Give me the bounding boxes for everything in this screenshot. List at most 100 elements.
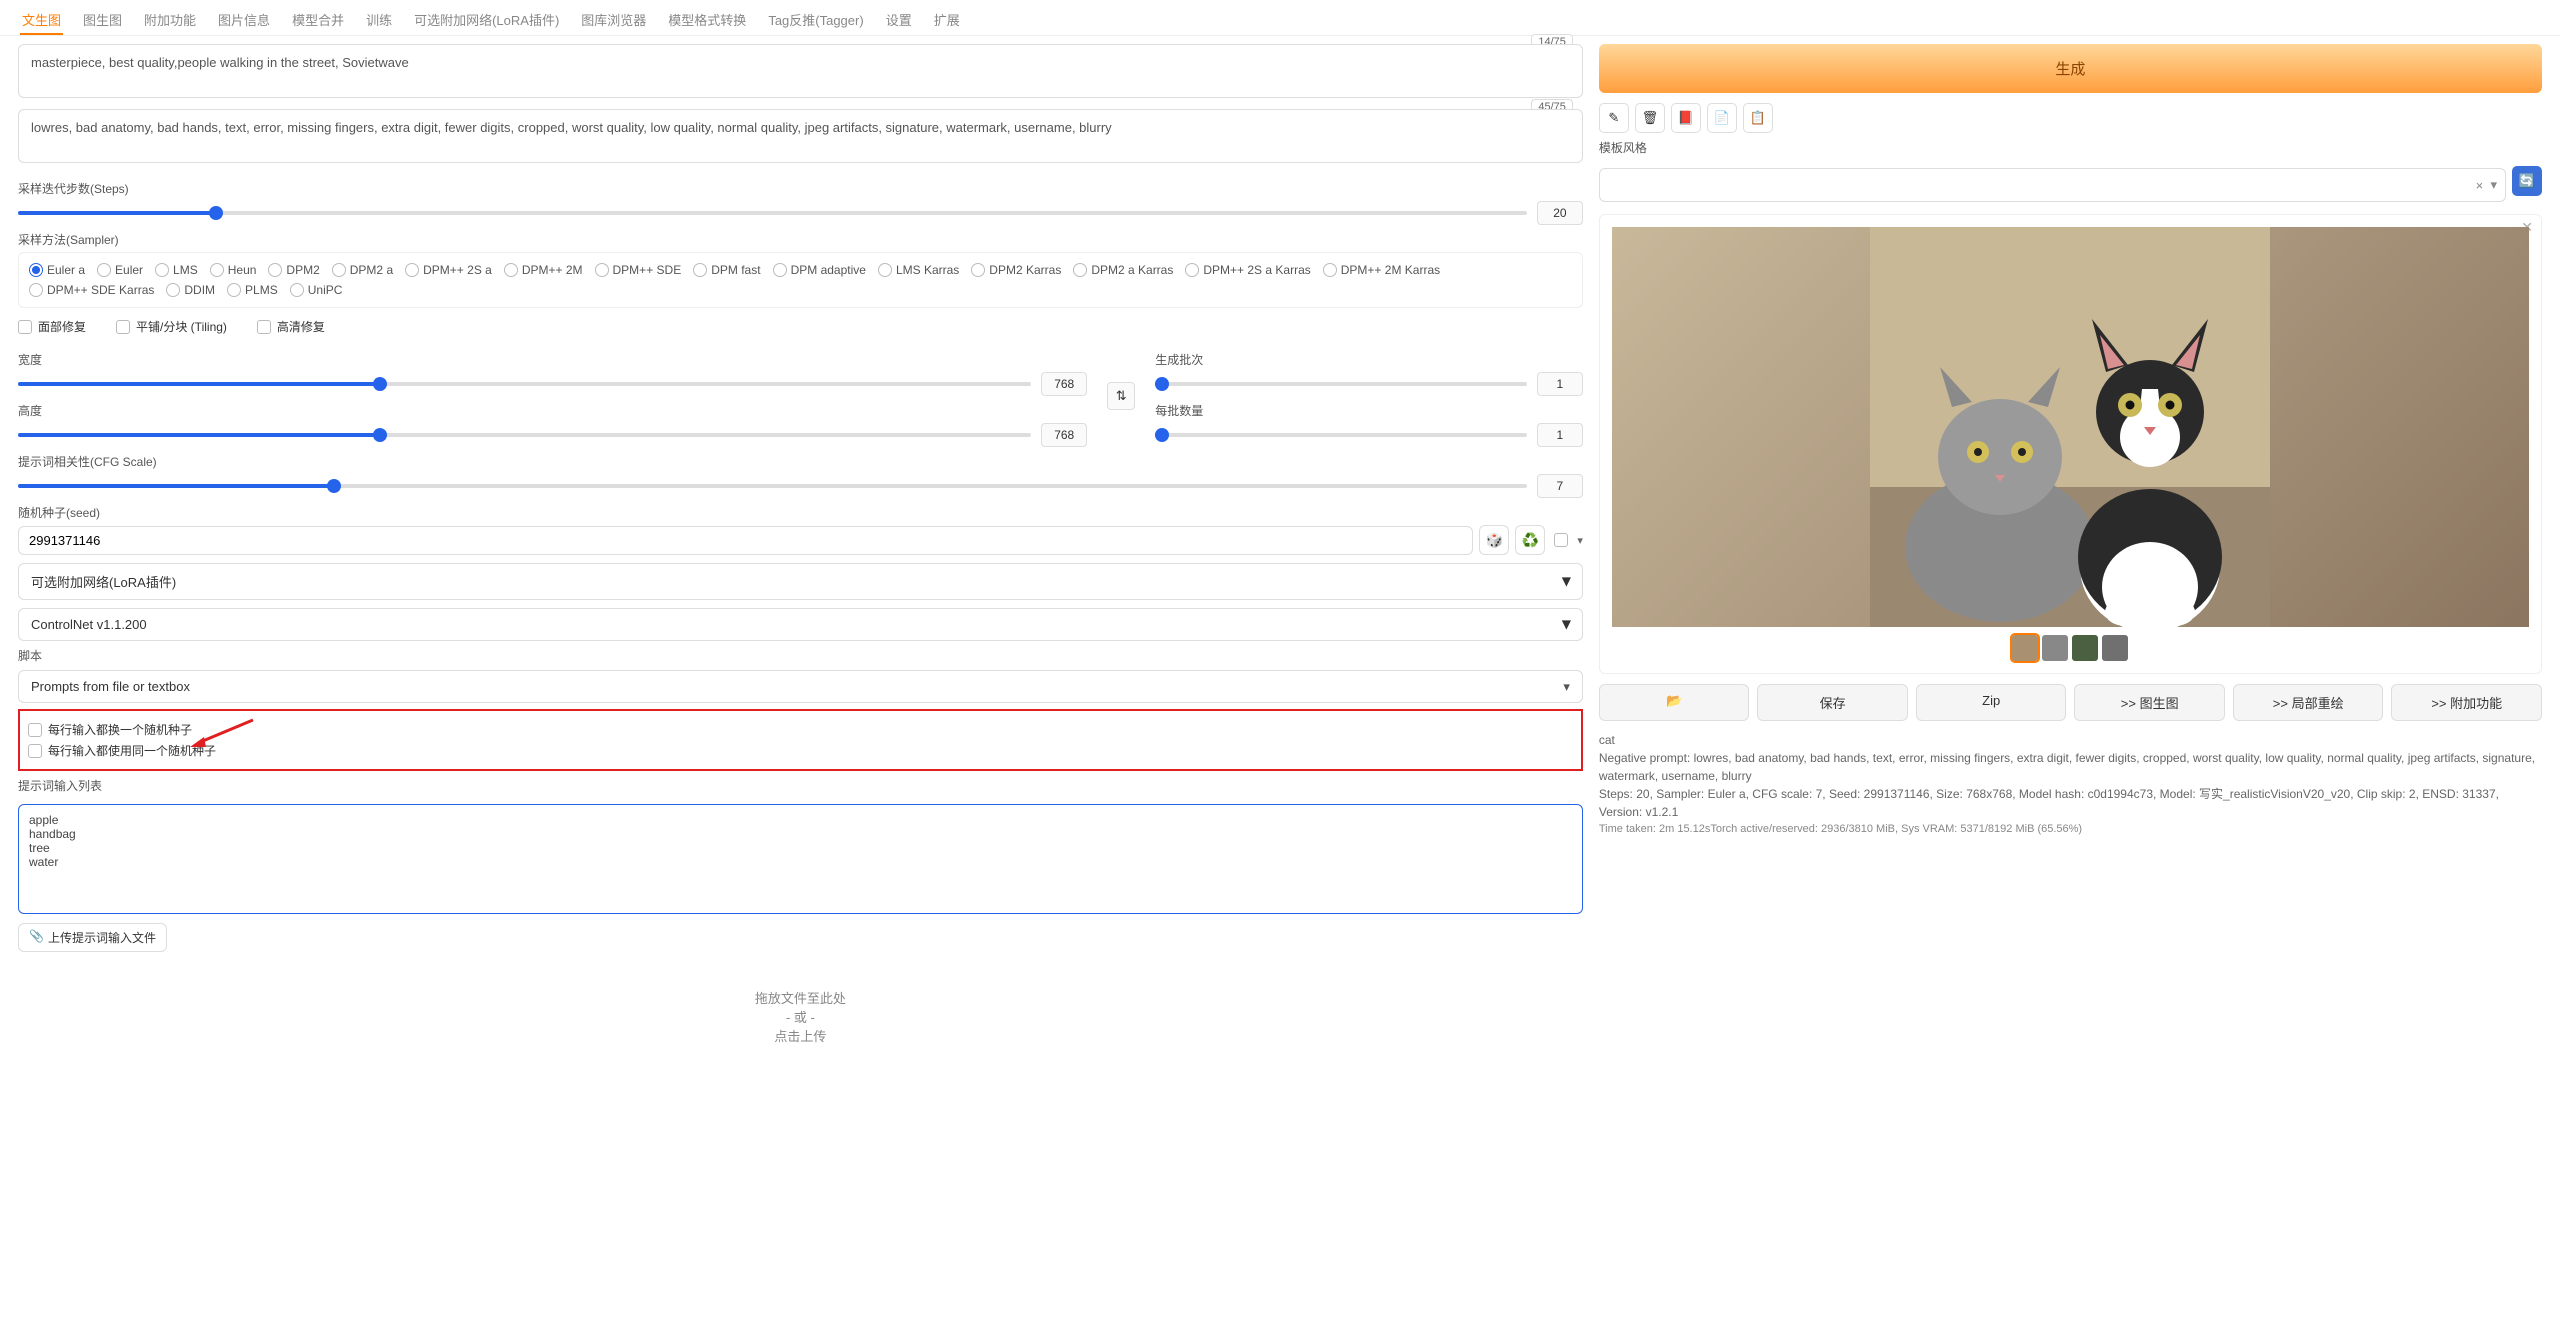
cfg-slider[interactable] [18,484,1527,488]
sampler-DPM-2M-Karras[interactable]: DPM++ 2M Karras [1323,263,1440,277]
width-label: 宽度 [18,351,1087,368]
prompt-list-input[interactable] [18,804,1583,914]
tab-9[interactable]: Tag反推(Tagger) [766,6,865,35]
neg-prompt-input[interactable] [18,109,1583,163]
height-slider[interactable] [18,433,1031,437]
width-slider[interactable] [18,382,1031,386]
sampler-DPM-SDE-Karras[interactable]: DPM++ SDE Karras [29,283,154,297]
output-btn-3[interactable]: >> 图生图 [2074,684,2225,721]
batch-size-value[interactable]: 1 [1537,423,1583,447]
tab-2[interactable]: 附加功能 [142,6,198,35]
sampler-Euler-a[interactable]: Euler a [29,263,85,277]
steps-slider[interactable] [18,211,1527,215]
thumbnail-strip [1612,635,2529,661]
style-label: 模板风格 [1599,139,2542,156]
tab-1[interactable]: 图生图 [81,6,124,35]
random-seed-button[interactable]: 🎲 [1479,525,1509,555]
thumbnail[interactable] [2072,635,2098,661]
main-tabs: 文生图图生图附加功能图片信息模型合并训练可选附加网络(LoRA插件) 图库浏览器模… [0,0,2560,36]
sampler-DPM2[interactable]: DPM2 [268,263,319,277]
lora-accordion[interactable]: 可选附加网络(LoRA插件)◀ [18,563,1583,600]
tool-button-1[interactable]: 🗑 [1635,103,1665,133]
prompt-list-label: 提示词输入列表 [18,777,1583,794]
batch-size-slider[interactable] [1155,433,1527,437]
seed-extra-check[interactable] [1551,525,1571,555]
cfg-value[interactable]: 7 [1537,474,1583,498]
tool-button-2[interactable]: 📕 [1671,103,1701,133]
tab-5[interactable]: 训练 [364,6,394,35]
height-value[interactable]: 768 [1041,423,1087,447]
output-actions: 📂保存Zip>> 图生图>> 局部重绘>> 附加功能 [1599,684,2542,721]
seed-label: 随机种子(seed) [18,504,1583,521]
prompt-input[interactable] [18,44,1583,98]
tab-0[interactable]: 文生图 [20,6,63,35]
sampler-Heun[interactable]: Heun [210,263,257,277]
controlnet-accordion[interactable]: ControlNet v1.1.200◀ [18,608,1583,641]
sampler-DPM2-a-Karras[interactable]: DPM2 a Karras [1073,263,1173,277]
hires-check[interactable]: 高清修复 [257,318,325,335]
tiling-check[interactable]: 平铺/分块 (Tiling) [116,318,227,335]
height-label: 高度 [18,402,1087,419]
sampler-DPM-SDE[interactable]: DPM++ SDE [595,263,682,277]
toolbar: ✎🗑📕📄📋 [1599,103,2542,133]
sampler-DPM-2S-a[interactable]: DPM++ 2S a [405,263,492,277]
tab-11[interactable]: 扩展 [932,6,962,35]
tab-3[interactable]: 图片信息 [216,6,272,35]
thumbnail[interactable] [2102,635,2128,661]
output-image[interactable] [1612,227,2529,627]
sampler-DDIM[interactable]: DDIM [166,283,215,297]
annotation-highlight-box: 每行输入都换一个随机种子 每行输入都使用同一个随机种子 [18,709,1583,771]
same-seed-check[interactable]: 每行输入都使用同一个随机种子 [28,742,1573,759]
sampler-LMS-Karras[interactable]: LMS Karras [878,263,959,277]
sampler-DPM2-a[interactable]: DPM2 a [332,263,393,277]
batch-count-slider[interactable] [1155,382,1527,386]
sampler-DPM-fast[interactable]: DPM fast [693,263,760,277]
tool-button-0[interactable]: ✎ [1599,103,1629,133]
output-btn-5[interactable]: >> 附加功能 [2391,684,2542,721]
face-restore-check[interactable]: 面部修复 [18,318,86,335]
batch-count-label: 生成批次 [1155,351,1583,368]
output-btn-4[interactable]: >> 局部重绘 [2233,684,2384,721]
upload-prompt-file-button[interactable]: 📎 上传提示词输入文件 [18,923,167,952]
tab-10[interactable]: 设置 [884,6,914,35]
tool-button-4[interactable]: 📋 [1743,103,1773,133]
swap-dims-button[interactable]: ⇅ [1107,382,1135,410]
tab-8[interactable]: 模型格式转换 [666,6,748,35]
generate-button[interactable]: 生成 [1599,44,2542,93]
steps-label: 采样迭代步数(Steps) [18,180,1583,197]
batch-size-label: 每批数量 [1155,402,1583,419]
output-btn-0[interactable]: 📂 [1599,684,1750,721]
script-select[interactable]: Prompts from file or textbox [18,670,1583,703]
tab-6[interactable]: 可选附加网络(LoRA插件) [412,6,561,35]
thumbnail[interactable] [2042,635,2068,661]
tab-7[interactable]: 图库浏览器 [579,6,648,35]
sampler-PLMS[interactable]: PLMS [227,283,278,297]
generation-info: cat Negative prompt: lowres, bad anatomy… [1599,731,2542,838]
batch-count-value[interactable]: 1 [1537,372,1583,396]
sampler-Euler[interactable]: Euler [97,263,143,277]
iterate-seed-check[interactable]: 每行输入都换一个随机种子 [28,721,1573,738]
sampler-DPM-2M[interactable]: DPM++ 2M [504,263,583,277]
width-value[interactable]: 768 [1041,372,1087,396]
sampler-LMS[interactable]: LMS [155,263,198,277]
reuse-seed-button[interactable]: ♻️ [1515,525,1545,555]
tab-4[interactable]: 模型合并 [290,6,346,35]
sampler-DPM2-Karras[interactable]: DPM2 Karras [971,263,1061,277]
sampler-DPM-adaptive[interactable]: DPM adaptive [773,263,866,277]
refresh-styles-button[interactable]: 🔄 [2512,166,2542,196]
style-select[interactable]: × ▾ [1599,168,2506,202]
sampler-label: 采样方法(Sampler) [18,231,1583,248]
sampler-DPM-2S-a-Karras[interactable]: DPM++ 2S a Karras [1185,263,1310,277]
steps-value[interactable]: 20 [1537,201,1583,225]
output-btn-2[interactable]: Zip [1916,684,2067,721]
cfg-label: 提示词相关性(CFG Scale) [18,453,1583,470]
output-gallery: ✕ [1599,214,2542,674]
thumbnail[interactable] [2012,635,2038,661]
seed-input[interactable] [18,526,1473,555]
sampler-UniPC[interactable]: UniPC [290,283,343,297]
file-dropzone[interactable]: 拖放文件至此处 - 或 - 点击上传 [18,952,1583,1081]
script-label: 脚本 [18,647,1583,664]
tool-button-3[interactable]: 📄 [1707,103,1737,133]
chevron-left-icon: ◀ [1558,620,1572,629]
output-btn-1[interactable]: 保存 [1757,684,1908,721]
